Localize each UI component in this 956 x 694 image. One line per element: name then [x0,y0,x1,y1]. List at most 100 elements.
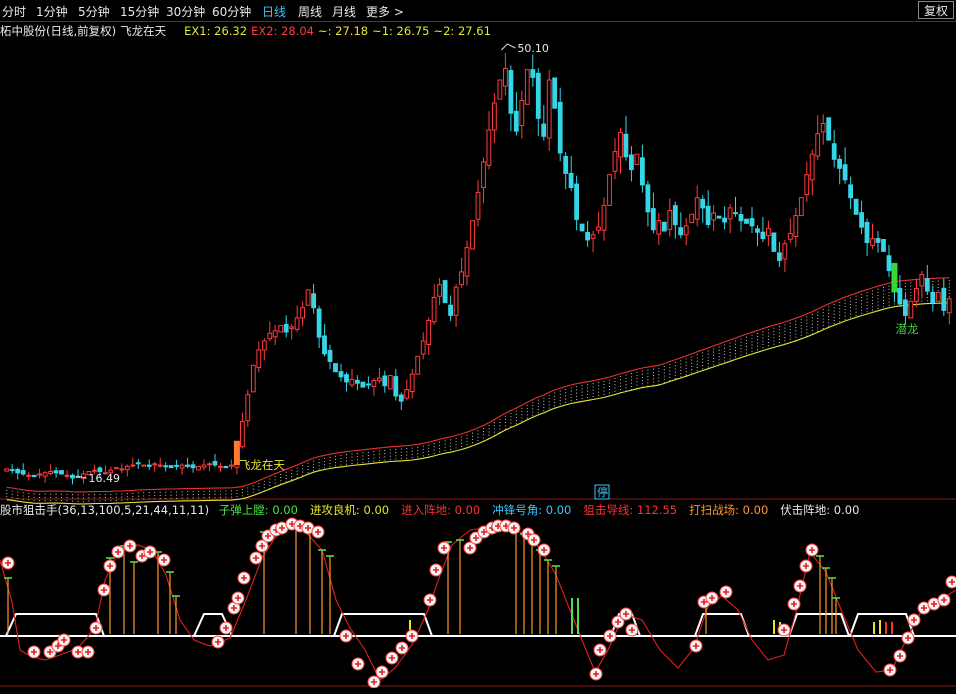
period-tab-6[interactable]: 日线 [262,3,286,20]
band-dot [373,451,375,453]
period-tab-8[interactable]: 月线 [332,3,356,20]
band-dot [329,459,331,461]
band-dot [28,492,30,495]
candle-body [475,192,481,220]
band-dot [280,477,282,479]
band-dot [274,476,276,478]
band-dot [718,349,720,351]
band-dot [521,414,523,416]
band-dot [318,462,320,464]
band-dot [713,357,715,360]
candle-body [124,465,130,471]
band-dot [795,333,797,335]
band-dot [592,395,594,398]
band-dot [548,401,550,403]
band-dot [411,450,413,452]
band-dot [356,452,358,454]
band-dot [93,497,95,499]
band-dot [417,446,419,448]
band-dot [329,463,331,465]
period-tab-1[interactable]: 1分钟 [36,3,68,20]
band-dot [99,493,101,496]
band-dot [526,407,528,410]
band-dot [767,345,769,347]
candle-body [459,271,464,286]
band-dot [778,326,780,328]
band-dot [745,339,748,341]
period-tab-2[interactable]: 5分钟 [78,3,110,20]
band-dot [444,443,446,445]
candle-body [881,239,886,252]
band-dot [718,362,720,364]
band-dot [828,325,830,327]
band-dot [647,369,649,371]
period-tab-9[interactable]: 更多 > [366,3,404,20]
band-dot [641,370,643,372]
candle-body [935,291,941,302]
band-dot [855,311,857,313]
band-dot [570,387,572,389]
candle-body [53,470,59,474]
band-dot [367,461,369,463]
band-dot [937,286,939,289]
candle-body [787,233,793,240]
candle-body [678,227,684,236]
band-dot [850,303,852,306]
band-dot [313,466,315,469]
band-dot [334,462,337,464]
band-dot [833,304,835,306]
band-dot [619,379,622,381]
candle-body [486,129,492,166]
band-dot [680,369,682,371]
candle-body [842,164,848,181]
band-dot [219,490,222,492]
period-tab-4[interactable]: 30分钟 [166,3,205,20]
band-dot [367,454,369,456]
band-dot [850,300,852,302]
band-dot [154,495,156,497]
period-tab-0[interactable]: 分时 [2,3,26,20]
band-dot [389,455,391,457]
band-dot [411,453,413,456]
band-dot [450,442,452,444]
candle-body [667,210,673,230]
fuquan-button[interactable]: 复权 [918,1,954,19]
candle-body [250,364,256,393]
candle-body [212,461,218,466]
period-tab-5[interactable]: 60分钟 [212,3,251,20]
band-dot [948,280,950,282]
candle-body [360,381,366,388]
band-dot [433,443,435,445]
band-dot [614,377,616,379]
band-dot [581,388,583,390]
band-dot [334,455,337,457]
candle-body [283,323,289,333]
band-dot [669,367,671,369]
band-dot [504,418,506,420]
band-dot [581,397,583,400]
subchart-value-1: 进攻良机: 0.00 [309,503,390,517]
band-dot [225,493,227,495]
stock-title: 柘中股份(日线,前复权) [0,24,117,38]
band-dot [121,493,123,495]
band-dot [510,412,512,415]
band-dot [603,390,605,392]
band-dot [685,361,687,363]
band-dot [598,394,600,396]
band-dot [515,423,517,425]
band-dot [636,381,638,383]
band-dot [669,363,671,366]
band-dot [877,307,879,309]
band-dot [543,403,545,405]
band-dot [652,375,654,377]
main-chart-info-line: 柘中股份(日线,前复权) 飞龙在天 EX1: 26.32 EX2: 28.04 ~: 2… [0,23,495,39]
chart-area[interactable]: 50.1016.49飞龙在天潜龙停 [0,0,956,694]
band-dot [77,494,79,496]
period-tab-3[interactable]: 15分钟 [120,3,159,20]
band-dot [477,436,479,438]
band-dot [685,371,687,373]
band-dot [576,395,578,397]
band-dot [674,378,676,380]
period-tab-7[interactable]: 周线 [298,3,322,20]
band-dot [543,410,545,412]
